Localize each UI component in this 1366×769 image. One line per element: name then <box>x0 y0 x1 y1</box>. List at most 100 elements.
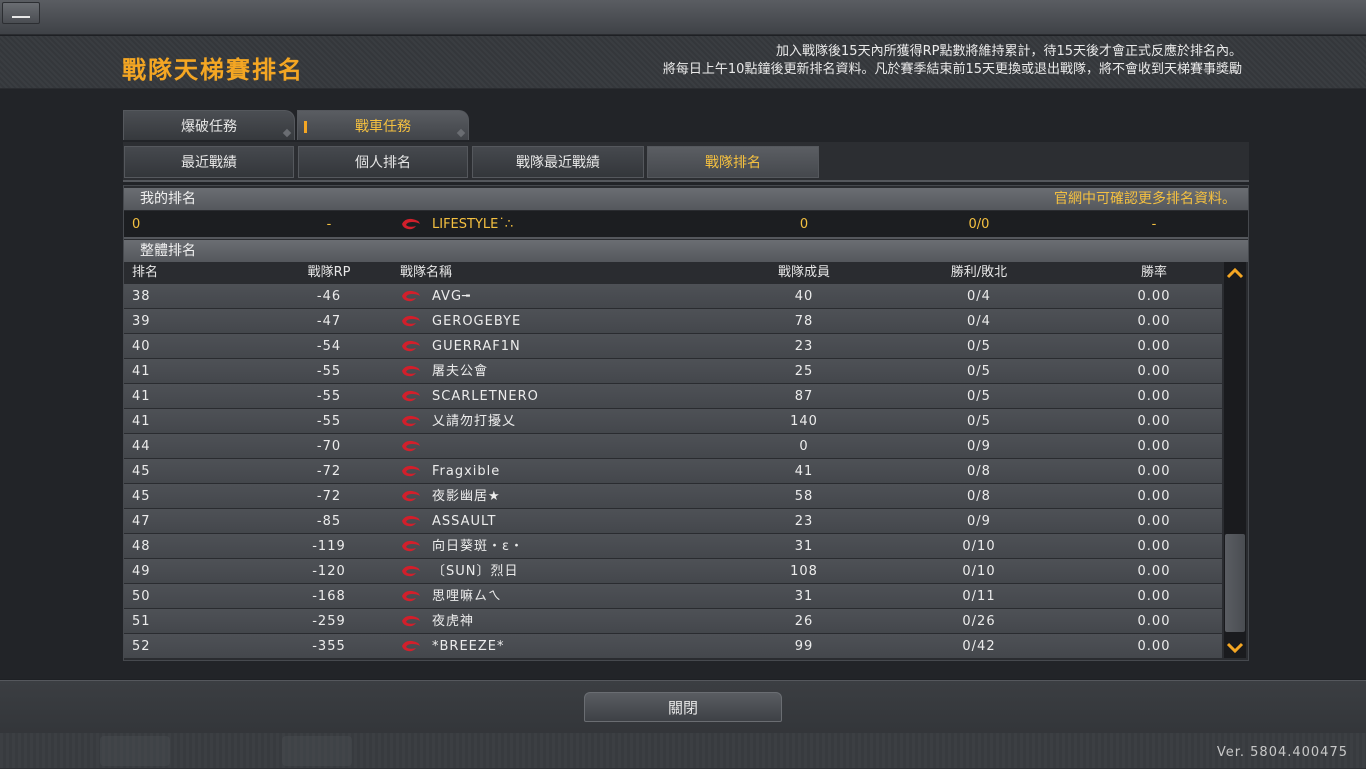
members-cell: 108 <box>790 564 818 579</box>
page-title: 戰隊天梯賽排名 <box>122 56 304 84</box>
rate-cell: 0.00 <box>1137 439 1171 454</box>
col-name[interactable]: 戰隊名稱 <box>400 262 452 284</box>
table-row[interactable]: 41 -55 乂請勿打擾乂 140 0/5 0.00 <box>124 409 1222 433</box>
clan-name-cell: 向日葵斑・ε・ <box>432 539 525 554</box>
table-row[interactable]: 41 -55 SCARLETNERO 87 0/5 0.00 <box>124 384 1222 408</box>
active-marker-icon <box>304 121 307 133</box>
tab-label: 爆破任務 <box>181 119 237 135</box>
subtab-recent-record[interactable]: 最近戰績 <box>124 146 294 178</box>
members-cell: 41 <box>794 464 814 479</box>
col-rank[interactable]: 排名 <box>132 262 158 284</box>
rp-cell: -55 <box>316 389 342 404</box>
table-row[interactable]: 48 -119 向日葵斑・ε・ 31 0/10 0.00 <box>124 534 1222 558</box>
clan-emblem-icon <box>402 415 420 427</box>
clan-emblem-icon <box>402 590 420 602</box>
win-loss-cell: 0/8 <box>967 489 991 504</box>
rank-cell: 41 <box>132 364 151 379</box>
win-loss-cell: 0/5 <box>967 339 991 354</box>
table-row[interactable]: 41 -55 屠夫公會 25 0/5 0.00 <box>124 359 1222 383</box>
win-loss-cell: 0/26 <box>962 614 996 629</box>
decor-emblem-icon <box>282 736 352 766</box>
clan-name-cell: GUERRAF1N <box>432 339 521 354</box>
members-cell: 40 <box>794 289 814 304</box>
rate-cell: 0.00 <box>1137 414 1171 429</box>
rank-cell: 50 <box>132 589 151 604</box>
clan-name-cell: GEROGEBYE <box>432 314 522 329</box>
overall-ranking-header: 整體排名 <box>124 240 1248 262</box>
my-ranking-header: 我的排名 官網中可確認更多排名資料。 <box>124 188 1248 210</box>
table-row[interactable]: 45 -72 Fragxible 41 0/8 0.00 <box>124 459 1222 483</box>
minimize-button[interactable] <box>2 2 40 24</box>
rank-cell: 39 <box>132 314 151 329</box>
table-row[interactable]: 47 -85 ASSAULT 23 0/9 0.00 <box>124 509 1222 533</box>
rp-cell: -355 <box>312 639 346 654</box>
col-rp[interactable]: 戰隊RP <box>294 262 364 284</box>
clan-name-cell: ASSAULT <box>432 514 497 529</box>
table-row[interactable]: 52 -355 *BREEZE* 99 0/42 0.00 <box>124 634 1222 658</box>
my-rank: 0 <box>132 217 141 232</box>
my-rp: - <box>326 217 332 232</box>
subtab-personal-ranking[interactable]: 個人排名 <box>298 146 468 178</box>
rp-cell: -85 <box>316 514 342 529</box>
rank-cell: 49 <box>132 564 151 579</box>
rp-cell: -120 <box>312 564 346 579</box>
clan-emblem-icon <box>402 315 420 327</box>
rate-cell: 0.00 <box>1137 514 1171 529</box>
win-loss-cell: 0/4 <box>967 314 991 329</box>
clan-name-cell: AVG╼ <box>432 289 471 304</box>
clan-name-cell: 夜影幽居★ <box>432 489 501 504</box>
table-row[interactable]: 49 -120 〔SUN〕烈日 108 0/10 0.00 <box>124 559 1222 583</box>
rp-cell: -119 <box>312 539 346 554</box>
members-cell: 0 <box>799 439 809 454</box>
title-bar <box>0 0 1366 35</box>
rank-cell: 47 <box>132 514 151 529</box>
scroll-up-icon[interactable] <box>1224 264 1246 284</box>
table-row[interactable]: 40 -54 GUERRAF1N 23 0/5 0.00 <box>124 334 1222 358</box>
win-loss-cell: 0/5 <box>967 364 991 379</box>
table-row[interactable]: 38 -46 AVG╼ 40 0/4 0.00 <box>124 284 1222 308</box>
rp-cell: -70 <box>316 439 342 454</box>
version-label: Ver. 5804.400475 <box>1216 745 1348 760</box>
notice-line-1: 加入戰隊後15天內所獲得RP點數將維持累計，待15天後才會正式反應於排名內。 <box>776 44 1242 59</box>
col-members[interactable]: 戰隊成員 <box>764 262 844 284</box>
close-button[interactable]: 關閉 <box>584 692 782 722</box>
tab-label: 戰車任務 <box>355 119 411 135</box>
win-loss-cell: 0/10 <box>962 539 996 554</box>
scroll-down-icon[interactable] <box>1224 637 1246 657</box>
clan-emblem-icon <box>402 515 420 527</box>
tab-notch-icon <box>282 128 292 138</box>
rp-cell: -72 <box>316 489 342 504</box>
clan-emblem-icon <box>402 615 420 627</box>
table-row[interactable]: 45 -72 夜影幽居★ 58 0/8 0.00 <box>124 484 1222 508</box>
bottom-strip <box>0 733 1366 768</box>
my-rate: - <box>1151 217 1157 232</box>
table-row[interactable]: 39 -47 GEROGEBYE 78 0/4 0.00 <box>124 309 1222 333</box>
rank-cell: 45 <box>132 464 151 479</box>
subtab-clan-ranking[interactable]: 戰隊排名 <box>647 146 819 178</box>
clan-name-cell: Fragxible <box>432 464 501 479</box>
tab-demolition[interactable]: 爆破任務 <box>123 110 295 140</box>
table-row[interactable]: 51 -259 夜虎神 26 0/26 0.00 <box>124 609 1222 633</box>
subtab-clan-recent-record[interactable]: 戰隊最近戰績 <box>472 146 644 178</box>
my-ranking-label: 我的排名 <box>140 191 196 207</box>
members-cell: 31 <box>794 539 814 554</box>
rp-cell: -168 <box>312 589 346 604</box>
members-cell: 87 <box>794 389 814 404</box>
rank-cell: 48 <box>132 539 151 554</box>
clan-name-cell: 〔SUN〕烈日 <box>432 564 519 579</box>
official-site-link[interactable]: 官網中可確認更多排名資料。 <box>1054 188 1236 210</box>
win-loss-cell: 0/9 <box>967 514 991 529</box>
col-rate[interactable]: 勝率 <box>1104 262 1204 284</box>
col-win-loss[interactable]: 勝利/敗北 <box>934 262 1024 284</box>
tab-tank[interactable]: 戰車任務 <box>297 110 469 140</box>
rank-cell: 45 <box>132 489 151 504</box>
clan-emblem-icon <box>402 640 420 652</box>
table-row[interactable]: 44 -70 0 0/9 0.00 <box>124 434 1222 458</box>
table-row[interactable]: 50 -168 思哩嘛ㄙㄟ 31 0/11 0.00 <box>124 584 1222 608</box>
clan-emblem-icon <box>402 490 420 502</box>
rate-cell: 0.00 <box>1137 639 1171 654</box>
rp-cell: -47 <box>316 314 342 329</box>
win-loss-cell: 0/5 <box>967 414 991 429</box>
scrollbar-thumb[interactable] <box>1225 534 1245 632</box>
win-loss-cell: 0/10 <box>962 564 996 579</box>
